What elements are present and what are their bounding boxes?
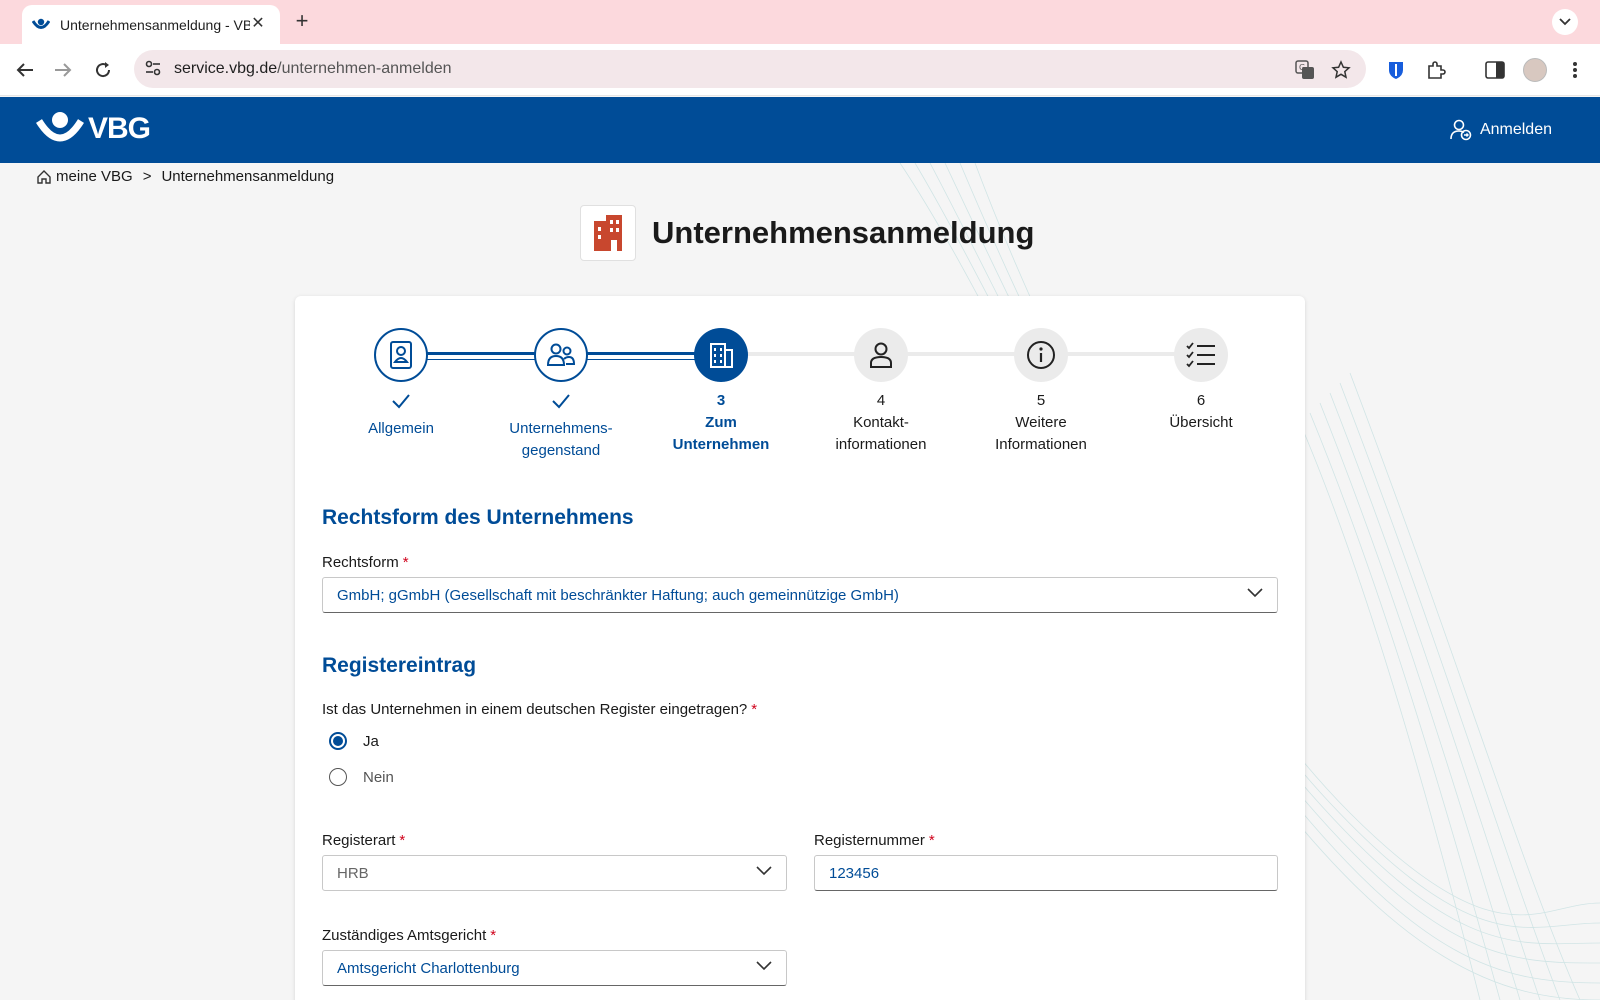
registernummer-label: Registernummer * — [814, 832, 935, 849]
breadcrumb: meine VBG > Unternehmensanmeldung — [36, 168, 334, 185]
tab-close-icon[interactable]: ✕ — [248, 14, 268, 34]
bitwarden-extension-icon[interactable] — [1384, 58, 1408, 82]
registernummer-input[interactable]: 123456 — [814, 855, 1278, 891]
radio-nein[interactable]: Nein — [329, 768, 394, 786]
building-icon — [694, 328, 748, 382]
browser-menu-icon[interactable] — [1563, 58, 1587, 82]
step-weitere-informationen[interactable]: 5 Weitere Informationen — [961, 328, 1121, 456]
radio-button-checked[interactable] — [329, 732, 347, 750]
user-login-icon — [1450, 119, 1472, 141]
back-arrow-icon[interactable] — [13, 58, 37, 82]
registerart-value: HRB — [337, 864, 369, 882]
checkmark-icon — [481, 390, 641, 412]
home-icon[interactable] — [36, 169, 52, 185]
browser-tab[interactable]: Unternehmensanmeldung - VBG ✕ — [22, 5, 280, 44]
info-icon — [1014, 328, 1068, 382]
svg-text:G: G — [1299, 63, 1305, 72]
step-label: Zum Unternehmen — [672, 414, 770, 453]
reload-icon[interactable] — [91, 58, 115, 82]
login-label: Anmelden — [1479, 121, 1552, 138]
page-title: Unternehmensanmeldung — [652, 215, 1035, 250]
step-number: 3 — [716, 392, 726, 409]
register-question-label: Ist das Unternehmen in einem deutschen R… — [322, 701, 758, 718]
section-title-rechtsform: Rechtsform des Unternehmens — [322, 506, 634, 529]
step-unternehmensgegenstand[interactable]: Unternehmens- gegenstand — [481, 328, 641, 462]
chevron-down-icon — [756, 961, 772, 971]
progress-stepper: Allgemein Unternehmens- gegenstand 3 Zum — [295, 296, 1305, 476]
step-label: Weitere Informationen — [995, 414, 1087, 453]
required-marker: * — [402, 554, 409, 571]
step-label: Übersicht — [1169, 414, 1233, 431]
address-bar[interactable]: service.vbg.de/unternehmen-anmelden G — [134, 50, 1366, 88]
registerart-select[interactable]: HRB — [322, 855, 787, 891]
step-number: 4 — [876, 392, 886, 409]
company-building-icon — [580, 205, 636, 261]
people-icon — [534, 328, 588, 382]
step-uebersicht[interactable]: 6 Übersicht — [1121, 328, 1281, 434]
breadcrumb-home-link[interactable]: meine VBG — [56, 168, 133, 185]
vbg-logo[interactable]: VBG — [36, 111, 151, 147]
amtsgericht-select[interactable]: Amtsgericht Charlottenburg — [322, 950, 787, 986]
radio-button-unchecked[interactable] — [329, 768, 347, 786]
url-text: service.vbg.de/unternehmen-anmelden — [174, 60, 452, 77]
radio-ja[interactable]: Ja — [329, 732, 379, 750]
section-title-registereintrag: Registereintrag — [322, 654, 477, 677]
step-zum-unternehmen[interactable]: 3 Zum Unternehmen — [641, 328, 801, 456]
contact-card-icon — [374, 328, 428, 382]
step-label: Allgemein — [368, 420, 434, 437]
logo-text: VBG — [88, 112, 151, 145]
rechtsform-select[interactable]: GmbH; gGmbH (Gesellschaft mit beschränkt… — [322, 577, 1278, 613]
radio-nein-label: Nein — [363, 768, 394, 786]
side-panel-icon[interactable] — [1483, 58, 1507, 82]
vbg-logo-icon — [36, 112, 84, 142]
registernummer-value: 123456 — [829, 864, 880, 882]
page-title-block: Unternehmensanmeldung — [580, 205, 1034, 261]
step-number: 6 — [1196, 392, 1206, 409]
required-marker: * — [928, 832, 935, 849]
login-button[interactable]: Anmelden — [1450, 119, 1552, 141]
bookmark-star-icon[interactable] — [1330, 59, 1352, 81]
step-label: Kontakt- informationen — [835, 414, 927, 453]
forward-arrow-icon[interactable] — [51, 58, 75, 82]
amtsgericht-value: Amtsgericht Charlottenburg — [337, 959, 520, 977]
rechtsform-label: Rechtsform * — [322, 554, 409, 571]
vbg-favicon-icon — [32, 16, 50, 34]
tab-title: Unternehmensanmeldung - VBG — [60, 16, 250, 33]
breadcrumb-separator: > — [142, 168, 152, 185]
site-header: VBG Anmelden — [0, 97, 1600, 163]
profile-avatar[interactable] — [1523, 58, 1547, 82]
extensions-puzzle-icon[interactable] — [1424, 58, 1448, 82]
translate-icon[interactable]: G — [1294, 59, 1316, 81]
breadcrumb-current: Unternehmensanmeldung — [161, 168, 335, 185]
required-marker: * — [751, 701, 758, 718]
checkmark-icon — [321, 390, 481, 412]
browser-toolbar: service.vbg.de/unternehmen-anmelden G — [0, 44, 1600, 96]
new-tab-icon[interactable]: + — [290, 10, 314, 34]
radio-ja-label: Ja — [363, 732, 379, 750]
step-allgemein[interactable]: Allgemein — [321, 328, 481, 440]
step-kontaktinformationen[interactable]: 4 Kontakt- informationen — [801, 328, 961, 456]
site-settings-icon[interactable] — [144, 59, 162, 82]
checklist-icon — [1174, 328, 1228, 382]
browser-tab-bar: Unternehmensanmeldung - VBG ✕ + — [0, 0, 1600, 44]
registerart-label: Registerart * — [322, 832, 406, 849]
chevron-down-icon — [1247, 588, 1263, 598]
person-icon — [854, 328, 908, 382]
step-label: Unternehmens- gegenstand — [509, 420, 613, 459]
registration-form-card: Allgemein Unternehmens- gegenstand 3 Zum — [295, 296, 1305, 1000]
required-marker: * — [490, 927, 497, 944]
rechtsform-value: GmbH; gGmbH (Gesellschaft mit beschränkt… — [337, 586, 899, 604]
required-marker: * — [399, 832, 406, 849]
chevron-down-icon — [756, 866, 772, 876]
step-number: 5 — [1036, 392, 1046, 409]
tab-search-chevron-icon[interactable] — [1552, 9, 1578, 35]
amtsgericht-label: Zuständiges Amtsgericht * — [322, 927, 497, 944]
